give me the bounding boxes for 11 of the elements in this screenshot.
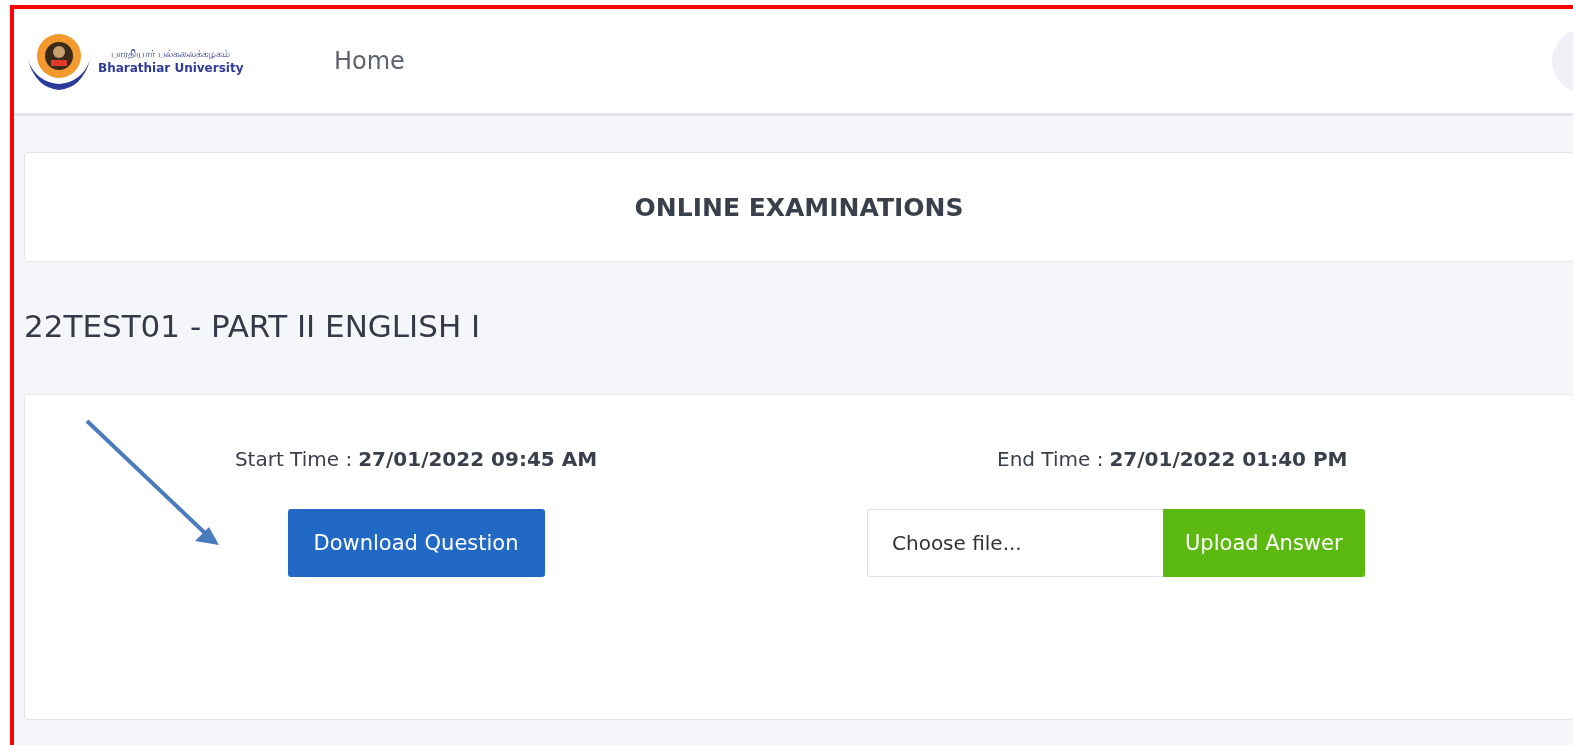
university-name: Bharathiar University <box>98 60 244 75</box>
end-time-value: 27/01/2022 01:40 PM <box>1109 447 1348 471</box>
download-question-button[interactable]: Download Question <box>287 509 545 577</box>
end-time-label: End Time : <box>997 447 1104 471</box>
nav-link[interactable]: Home <box>334 47 405 75</box>
university-name-tamil: பாரதியார் பல்கலைக்கழகம் <box>111 47 231 61</box>
page-title: ONLINE EXAMINATIONS <box>634 192 964 222</box>
course-title: 22TEST01 - PART II ENGLISH I <box>24 308 482 344</box>
start-time-label: Start Time : <box>234 447 353 471</box>
file-field[interactable]: Choose file... <box>867 509 1163 577</box>
start-time-value: 27/01/2022 09:45 AM <box>358 447 598 471</box>
